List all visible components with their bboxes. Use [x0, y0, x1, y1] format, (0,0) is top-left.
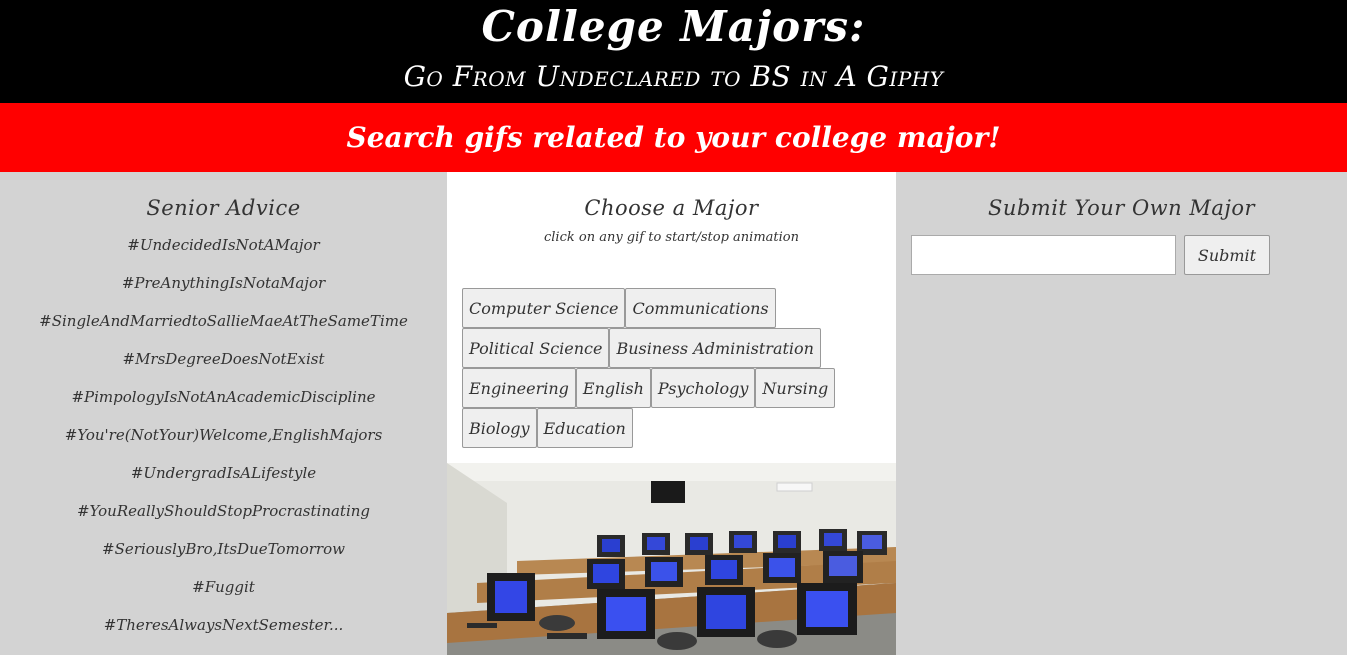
major-button-political-science[interactable]: Political Science: [462, 328, 610, 368]
senior-advice-panel: Senior Advice #UndecidedIsNotAMajor #Pre…: [0, 172, 447, 655]
advice-item: #MrsDegreeDoesNotExist: [122, 350, 325, 368]
major-button-communications[interactable]: Communications: [625, 288, 776, 328]
advice-item: #PimpologyIsNotAnAcademicDiscipline: [71, 388, 376, 406]
advice-item: #UndergradIsALifestyle: [130, 464, 317, 482]
submit-major-panel: Submit Your Own Major Submit: [896, 172, 1347, 655]
page-subtitle: Go From Undeclared to BS in A Giphy: [403, 60, 944, 93]
advice-item: #SingleAndMarriedtoSallieMaeAtTheSameTim…: [39, 312, 408, 330]
advice-item: #You're(NotYour)Welcome,EnglishMajors: [64, 426, 383, 444]
major-input[interactable]: [911, 235, 1176, 275]
major-button-computer-science[interactable]: Computer Science: [462, 288, 626, 328]
major-button-row: Biology Education: [462, 408, 882, 448]
major-button-business-administration[interactable]: Business Administration: [609, 328, 821, 368]
major-button-row: Computer Science Communications: [462, 288, 882, 328]
page-title: College Majors:: [481, 2, 866, 51]
computer-lab-image: [447, 463, 896, 655]
computer-lab-gif[interactable]: [447, 463, 896, 655]
animation-hint: click on any gif to start/stop animation: [543, 230, 799, 245]
search-banner: Search gifs related to your college majo…: [0, 103, 1347, 172]
advice-item: #Fuggit: [192, 578, 255, 596]
choose-major-panel: Choose a Major click on any gif to start…: [447, 172, 896, 655]
major-button-engineering[interactable]: Engineering: [462, 368, 576, 408]
major-button-group: Computer Science Communications Politica…: [462, 288, 882, 448]
submit-major-heading: Submit Your Own Major: [987, 196, 1256, 220]
advice-item: #SeriouslyBro,ItsDueTomorrow: [102, 540, 345, 558]
choose-major-heading: Choose a Major: [584, 196, 759, 220]
advice-list: #UndecidedIsNotAMajor #PreAnythingIsNota…: [0, 226, 447, 644]
major-button-row: Engineering English Psychology Nursing: [462, 368, 882, 408]
major-button-psychology[interactable]: Psychology: [650, 368, 756, 408]
submit-button[interactable]: Submit: [1184, 235, 1270, 275]
major-button-nursing[interactable]: Nursing: [755, 368, 836, 408]
page-header: College Majors: Go From Undeclared to BS…: [0, 0, 1347, 103]
major-button-education[interactable]: Education: [536, 408, 633, 448]
advice-item: #TheresAlwaysNextSemester...: [103, 616, 344, 634]
advice-item: #UndecidedIsNotAMajor: [127, 236, 320, 254]
senior-advice-heading: Senior Advice: [146, 196, 301, 220]
major-button-row: Political Science Business Administratio…: [462, 328, 882, 368]
major-button-biology[interactable]: Biology: [462, 408, 537, 448]
advice-item: #YouReallyShouldStopProcrastinating: [76, 502, 371, 520]
advice-item: #PreAnythingIsNotaMajor: [121, 274, 326, 292]
major-button-english[interactable]: English: [575, 368, 651, 408]
